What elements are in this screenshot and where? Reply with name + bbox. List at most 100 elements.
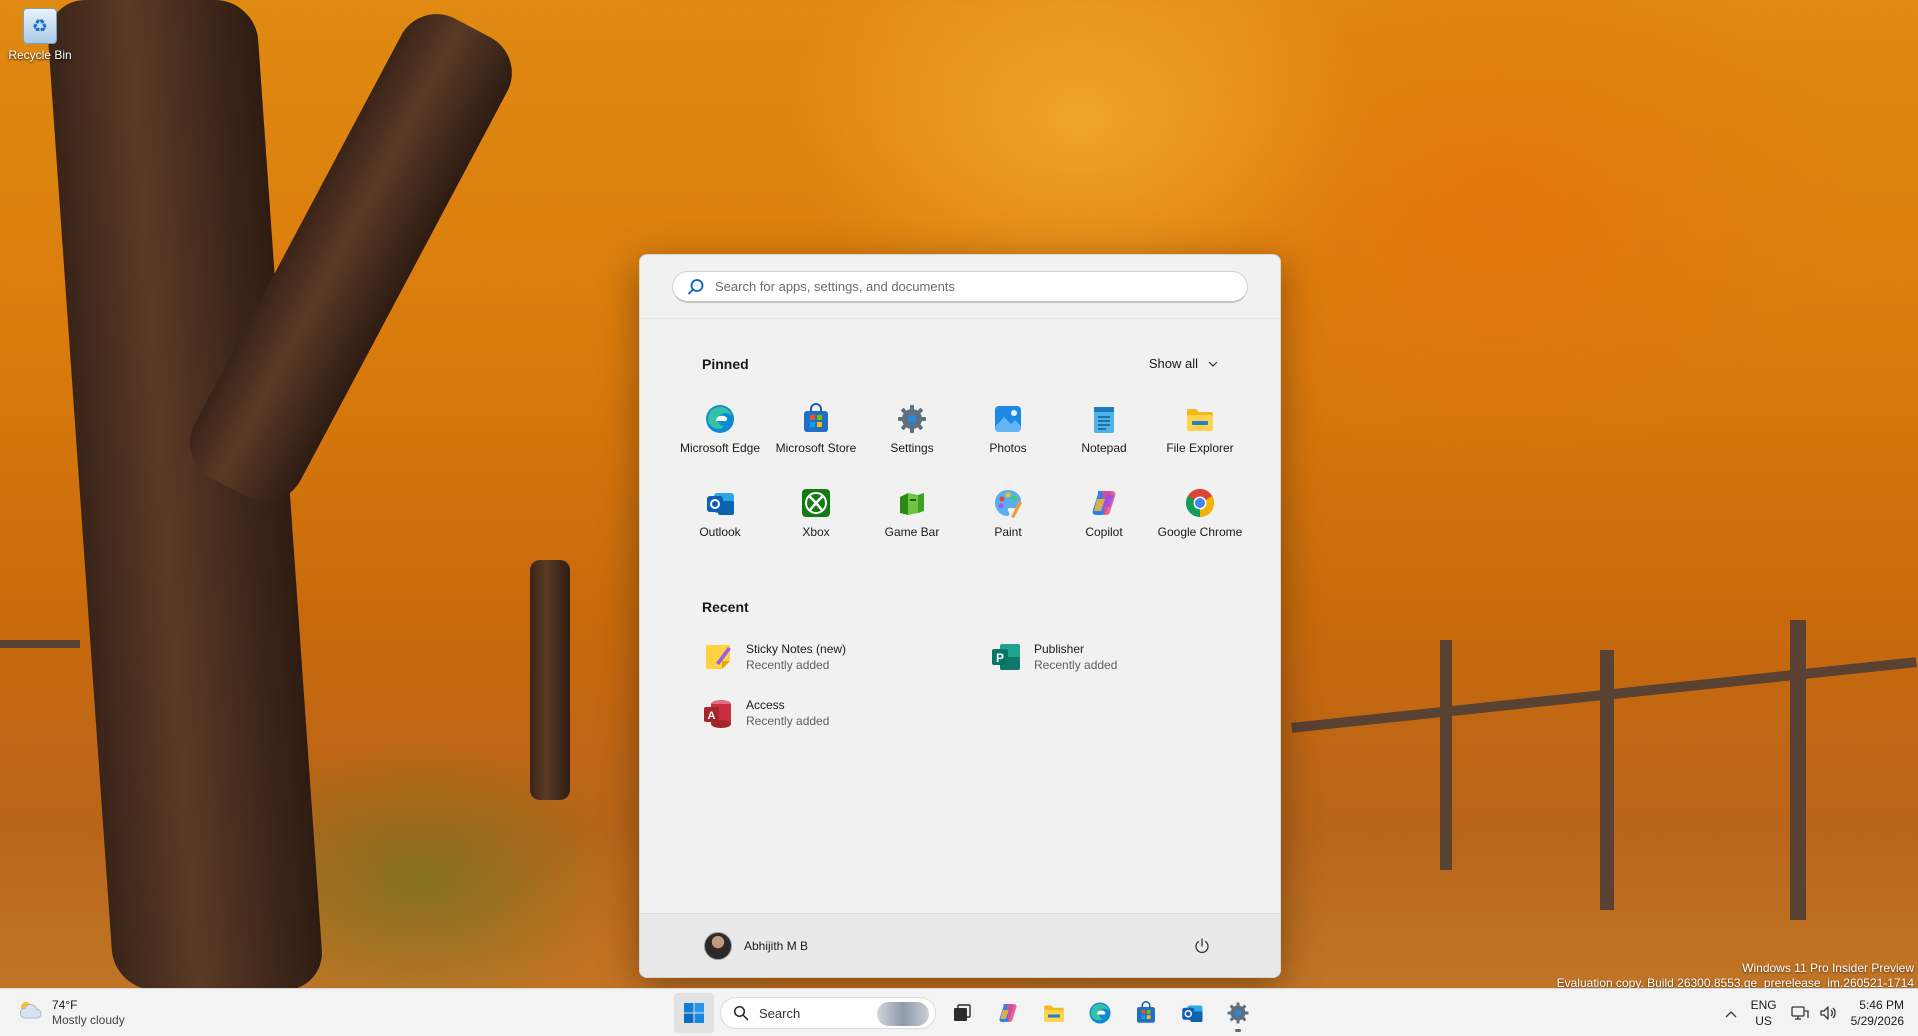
evaluation-watermark: Windows 11 Pro Insider Preview Evaluatio… [1557, 961, 1914, 991]
app-label: Xbox [802, 525, 830, 539]
show-hidden-icons-button[interactable] [1725, 1005, 1737, 1021]
app-label: Notepad [1081, 441, 1127, 455]
clock-button[interactable]: 5:46 PM 5/29/2026 [1851, 997, 1908, 1029]
taskbar-outlook[interactable] [1172, 993, 1212, 1033]
network-icon [1790, 1006, 1809, 1020]
system-tray: ENG US 5:46 PM 5/29/2026 [1725, 989, 1908, 1036]
app-label: File Explorer [1166, 441, 1234, 455]
taskbar: 74°F Mostly cloudy Search ENG US 5:46 PM… [0, 988, 1918, 1036]
show-all-label: Show all [1148, 356, 1198, 371]
pinned-apps-grid: Microsoft Edge Microsoft Store Settings … [640, 395, 1280, 553]
chrome-icon [1184, 487, 1216, 519]
pinned-app-google-chrome[interactable]: Google Chrome [1152, 479, 1248, 553]
taskbar-search-box[interactable]: Search [720, 997, 936, 1029]
start-search-area [640, 255, 1280, 319]
app-label: Photos [989, 441, 1027, 455]
pinned-app-xbox[interactable]: Xbox [768, 479, 864, 553]
weather-desc: Mostly cloudy [52, 1012, 125, 1027]
edge-icon [1089, 1002, 1111, 1024]
volume-icon [1819, 1006, 1836, 1020]
wallpaper-tree-small [530, 560, 570, 800]
avatar [704, 931, 732, 960]
start-footer: Abhijith M B [640, 913, 1280, 977]
taskbar-copilot[interactable] [988, 993, 1028, 1033]
recycle-bin-label: Recycle Bin [8, 48, 72, 62]
input-language-button[interactable]: ENG US [1751, 997, 1777, 1029]
quick-settings-button[interactable] [1790, 1005, 1837, 1021]
app-label: Microsoft Store [775, 441, 857, 455]
user-account-button[interactable]: Abhijith M B [704, 931, 808, 960]
pinned-app-settings[interactable]: Settings [864, 395, 960, 469]
chevron-up-icon [1725, 1011, 1737, 1018]
outlook-icon [704, 487, 736, 519]
task-view-button[interactable] [942, 993, 982, 1033]
file-explorer-icon [1044, 1005, 1064, 1022]
clock-date: 5/29/2026 [1850, 1014, 1904, 1028]
app-label: Game Bar [884, 525, 940, 539]
recent-item-sub: Recently added [746, 714, 830, 728]
app-label: Microsoft Edge [679, 441, 761, 455]
svg-text:A: A [708, 710, 716, 722]
recycle-bin-desktop-icon[interactable]: ♻ Recycle Bin [4, 8, 76, 62]
taskbar-file-explorer[interactable] [1034, 993, 1074, 1033]
app-label: Google Chrome [1157, 525, 1243, 539]
show-all-button[interactable]: Show all [1139, 350, 1228, 377]
game-bar-icon [896, 487, 928, 519]
start-search-input[interactable] [715, 279, 1233, 294]
weather-widget[interactable]: 74°F Mostly cloudy [0, 998, 200, 1028]
pinned-app-microsoft-edge[interactable]: Microsoft Edge [672, 395, 768, 469]
search-icon [687, 278, 705, 296]
power-button[interactable] [1186, 930, 1218, 962]
publisher-icon: P [990, 641, 1022, 673]
pinned-app-microsoft-store[interactable]: Microsoft Store [768, 395, 864, 469]
recent-item-name: Publisher [1034, 642, 1085, 656]
taskbar-settings[interactable] [1218, 993, 1258, 1033]
taskbar-edge[interactable] [1080, 993, 1120, 1033]
clock-time: 5:46 PM [1859, 998, 1904, 1012]
pinned-app-file-explorer[interactable]: File Explorer [1152, 395, 1248, 469]
photos-icon [992, 403, 1024, 435]
recycle-bin-icon: ♻ [23, 8, 57, 44]
start-button[interactable] [674, 993, 714, 1033]
outlook-icon [1182, 1005, 1203, 1022]
wallpaper-fence [0, 640, 80, 648]
app-label: Outlook [699, 525, 741, 539]
taskbar-store[interactable] [1126, 993, 1166, 1033]
store-icon [800, 403, 832, 435]
recent-item-access[interactable]: A Access Recently added [694, 689, 982, 737]
start-menu: Pinned Show all Microsoft Edge Microsoft… [639, 254, 1281, 978]
pinned-app-photos[interactable]: Photos [960, 395, 1056, 469]
pinned-app-paint[interactable]: Paint [960, 479, 1056, 553]
weather-temp: 74°F [52, 997, 78, 1012]
pinned-app-copilot[interactable]: Copilot [1056, 479, 1152, 553]
lang-line2: US [1755, 1014, 1772, 1028]
recent-list: Sticky Notes (new) Recently added P Publ… [640, 633, 1280, 737]
wallpaper-fence [1440, 640, 1452, 870]
taskbar-search-label: Search [759, 1005, 801, 1021]
pinned-app-game-bar[interactable]: Game Bar [864, 479, 960, 553]
windows-logo-icon [684, 1003, 704, 1023]
start-search-box[interactable] [672, 271, 1248, 303]
pinned-app-notepad[interactable]: Notepad [1056, 395, 1152, 469]
wallpaper-fence [1790, 620, 1806, 920]
recent-item-sub: Recently added [746, 658, 830, 672]
access-icon: A [702, 697, 734, 729]
paint-icon [992, 487, 1024, 519]
copilot-icon [1088, 487, 1120, 519]
search-highlight-image [877, 1002, 929, 1026]
wallpaper-fence [1600, 650, 1614, 910]
recent-item-sub: Recently added [1034, 658, 1118, 672]
chevron-down-icon [1208, 361, 1218, 367]
power-icon [1195, 937, 1209, 953]
notepad-icon [1088, 403, 1120, 435]
pinned-title: Pinned [702, 355, 749, 372]
app-label: Copilot [1085, 525, 1123, 539]
xbox-icon [800, 487, 832, 519]
lang-line1: ENG [1750, 998, 1777, 1012]
recent-item-publisher[interactable]: P Publisher Recently added [982, 633, 1270, 681]
store-icon [1137, 1001, 1155, 1023]
file-explorer-icon [1184, 403, 1216, 435]
recent-item-sticky-notes[interactable]: Sticky Notes (new) Recently added [694, 633, 982, 681]
recent-item-name: Sticky Notes (new) [746, 642, 847, 656]
pinned-app-outlook[interactable]: Outlook [672, 479, 768, 553]
